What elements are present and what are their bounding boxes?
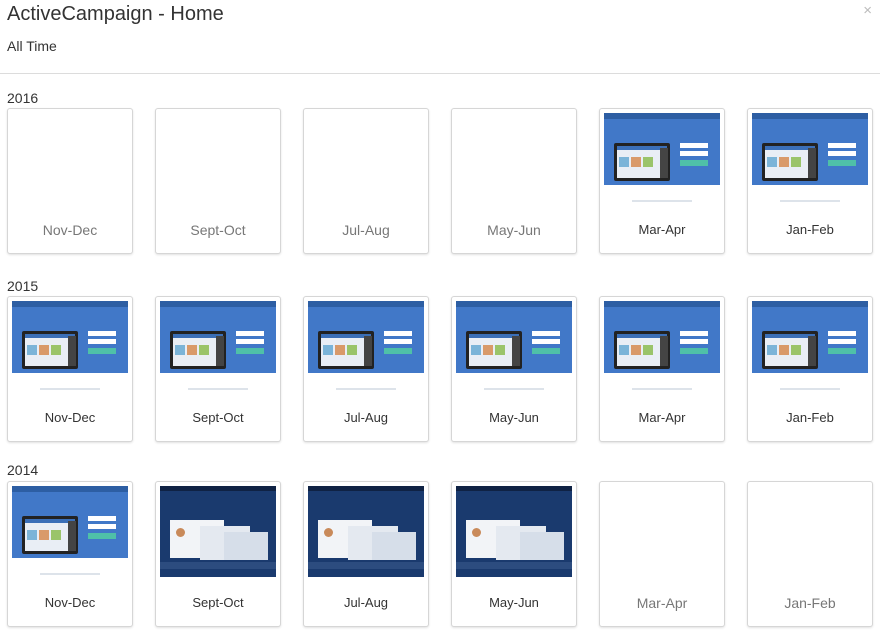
snapshot-label: Jul-Aug (342, 222, 390, 238)
snapshot-card[interactable]: Nov-Dec (7, 296, 133, 442)
snapshot-card[interactable]: Sept-Oct (155, 481, 281, 627)
snapshot-card[interactable]: Jul-Aug (303, 108, 429, 254)
snapshot-card[interactable]: May-Jun (451, 108, 577, 254)
snapshot-card[interactable]: May-Jun (451, 481, 577, 627)
snapshot-label: Jan-Feb (786, 222, 834, 237)
snapshot-label: Sept-Oct (190, 222, 246, 238)
snapshot-card[interactable]: Jul-Aug (303, 481, 429, 627)
snapshot-card[interactable]: Jan-Feb (747, 296, 873, 442)
time-range-label: All Time (7, 38, 57, 54)
page-thumbnail (456, 301, 572, 395)
page-thumbnail (604, 301, 720, 395)
snapshot-label: Jul-Aug (343, 410, 389, 425)
close-icon[interactable]: × (863, 2, 872, 19)
snapshot-label: Mar-Apr (636, 595, 688, 611)
snapshot-card[interactable]: Mar-Apr (599, 481, 725, 627)
snapshot-card[interactable]: Nov-Dec (7, 108, 133, 254)
snapshot-card[interactable]: Sept-Oct (155, 108, 281, 254)
page-thumbnail (752, 113, 868, 207)
page-thumbnail (308, 301, 424, 395)
snapshot-label: Mar-Apr (638, 222, 686, 237)
snapshot-label: Nov-Dec (42, 222, 98, 238)
snapshot-label: May-Jun (489, 595, 539, 610)
snapshot-label: Nov-Dec (44, 595, 96, 610)
snapshot-label: Sept-Oct (192, 410, 244, 425)
year-heading: 2016 (7, 90, 39, 106)
snapshot-card[interactable]: Mar-Apr (599, 296, 725, 442)
page-header: ActiveCampaign - Home All Time × (0, 0, 880, 74)
snapshot-card[interactable]: Nov-Dec (7, 481, 133, 627)
snapshot-card[interactable]: Jan-Feb (747, 108, 873, 254)
page-title: ActiveCampaign - Home (7, 3, 224, 25)
snapshot-card[interactable]: Jan-Feb (747, 481, 873, 627)
page-thumbnail (604, 113, 720, 207)
snapshot-label: Sept-Oct (192, 595, 244, 610)
snapshot-label: May-Jun (487, 222, 541, 238)
year-heading: 2015 (7, 278, 39, 294)
snapshot-label: Jan-Feb (786, 410, 834, 425)
snapshot-label: May-Jun (489, 410, 539, 425)
snapshot-card[interactable]: Sept-Oct (155, 296, 281, 442)
snapshot-label: Jan-Feb (784, 595, 836, 611)
snapshot-label: Mar-Apr (638, 410, 686, 425)
snapshot-label: Nov-Dec (44, 410, 96, 425)
page-thumbnail (308, 486, 424, 580)
page-thumbnail (456, 486, 572, 580)
page-thumbnail (160, 301, 276, 395)
page-thumbnail (12, 301, 128, 395)
page-thumbnail (160, 486, 276, 580)
page-thumbnail (12, 486, 128, 580)
snapshot-card[interactable]: Jul-Aug (303, 296, 429, 442)
page-thumbnail (752, 301, 868, 395)
year-heading: 2014 (7, 462, 39, 478)
snapshot-card[interactable]: May-Jun (451, 296, 577, 442)
snapshot-card[interactable]: Mar-Apr (599, 108, 725, 254)
snapshot-label: Jul-Aug (343, 595, 389, 610)
